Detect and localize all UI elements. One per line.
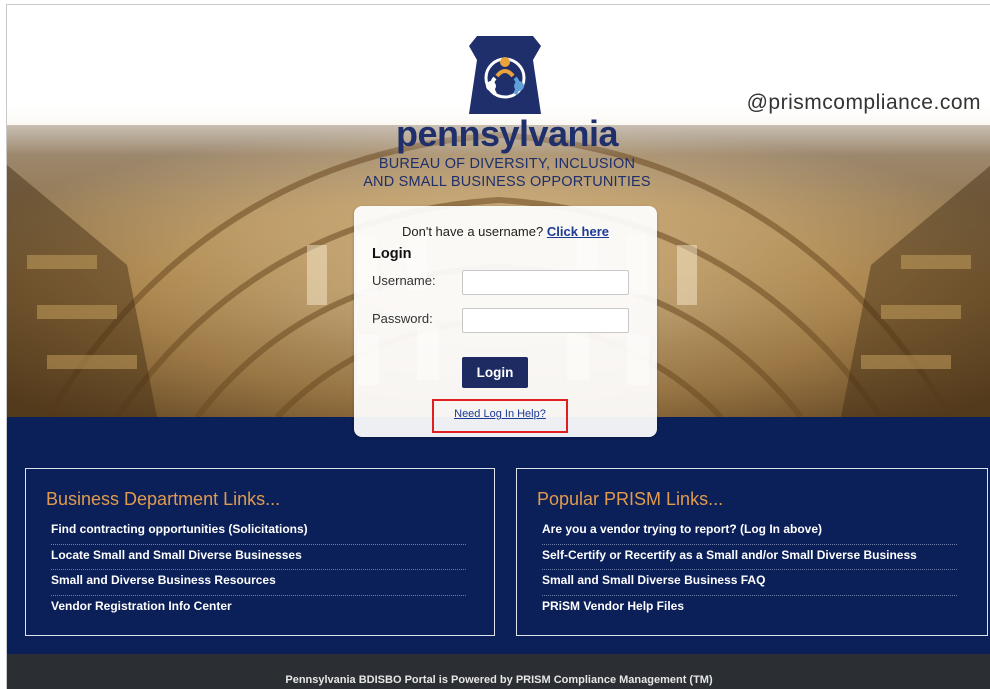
business-link-locate[interactable]: Locate Small and Small Diverse Businesse… — [51, 545, 466, 570]
business-link-vendor-registration[interactable]: Vendor Registration Info Center — [51, 596, 466, 622]
keystone-people-logo-icon — [469, 36, 541, 114]
brand-name: pennsylvania — [395, 113, 619, 154]
footer-text: Pennsylvania BDISBO Portal is Powered by… — [285, 674, 713, 686]
username-label: Username: — [372, 273, 436, 288]
need-login-help-link[interactable]: Need Log In Help? — [434, 408, 566, 420]
business-link-resources[interactable]: Small and Diverse Business Resources — [51, 570, 466, 596]
business-links-panel: Business Department Links... Find contra… — [25, 468, 495, 636]
brand-block: pennsylvania BUREAU OF DIVERSITY, INCLUS… — [307, 113, 707, 191]
prism-links-panel: Popular PRISM Links... Are you a vendor … — [516, 468, 988, 636]
prism-links-title: Popular PRISM Links... — [537, 489, 724, 509]
help-link-highlight: Need Log In Help? — [432, 399, 568, 433]
prism-link-faq[interactable]: Small and Small Diverse Business FAQ — [542, 570, 957, 596]
password-input[interactable] — [462, 308, 629, 333]
brand-subtitle-line2: AND SMALL BUSINESS OPPORTUNITIES — [363, 174, 651, 190]
page-frame: @prismcompliance.com pennsylvania BUREAU… — [6, 4, 990, 689]
brand-subtitle-line1: BUREAU OF DIVERSITY, INCLUSION — [378, 156, 636, 172]
prism-link-vendor-report[interactable]: Are you a vendor trying to report? (Log … — [542, 519, 957, 545]
business-links-list: Find contracting opportunities (Solicita… — [51, 519, 466, 621]
business-link-solicitations[interactable]: Find contracting opportunities (Solicita… — [51, 519, 466, 545]
prism-links-list: Are you a vendor trying to report? (Log … — [542, 519, 957, 621]
signup-prompt: Don't have a username? Click here — [354, 224, 657, 239]
signup-link[interactable]: Click here — [547, 224, 609, 239]
login-box: Don't have a username? Click here Login … — [354, 206, 657, 437]
footer: Pennsylvania BDISBO Portal is Powered by… — [7, 654, 990, 689]
domain-text: @prismcompliance.com — [746, 91, 981, 114]
login-title: Login — [372, 246, 412, 262]
signup-prompt-text: Don't have a username? — [401, 224, 544, 239]
prism-link-help-files[interactable]: PRiSM Vendor Help Files — [542, 596, 957, 622]
prism-link-self-certify[interactable]: Self-Certify or Recertify as a Small and… — [542, 545, 957, 570]
links-section: Business Department Links... Find contra… — [7, 417, 990, 654]
password-label: Password: — [372, 311, 433, 326]
username-input[interactable] — [462, 270, 629, 295]
business-links-title: Business Department Links... — [46, 489, 281, 509]
login-button[interactable]: Login — [462, 357, 528, 388]
